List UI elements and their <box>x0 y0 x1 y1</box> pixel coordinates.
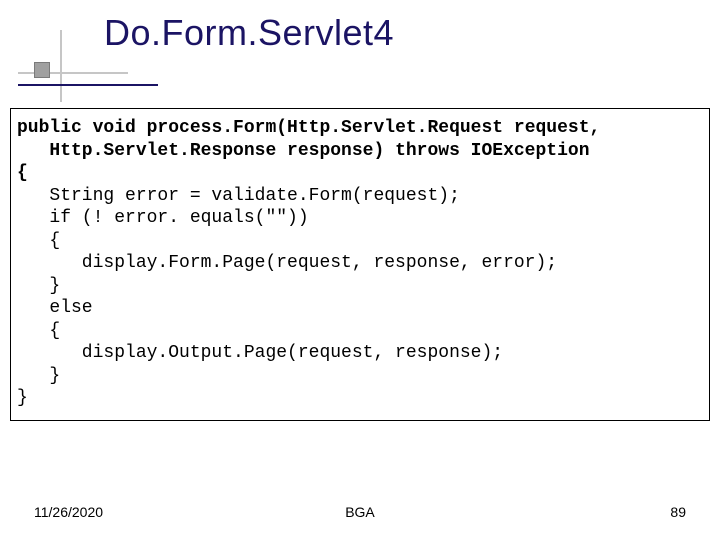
code-text: display.Form.Page(request, response, err… <box>17 253 557 273</box>
code-text: IOException <box>460 141 590 161</box>
title-area: Do.Form.Servlet4 <box>0 12 720 54</box>
code-text: String error = validate.Form(request); <box>17 186 460 206</box>
footer-page-number: 89 <box>670 504 686 520</box>
code-text: { <box>17 321 60 341</box>
code-text: { <box>17 231 60 251</box>
code-text: } <box>17 276 60 296</box>
slide: Do.Form.Servlet4 public void process.For… <box>0 0 720 540</box>
code-box: public void process.Form(Http.Servlet.Re… <box>10 108 710 421</box>
code-text: } <box>17 388 28 408</box>
slide-title: Do.Form.Servlet4 <box>104 12 720 54</box>
code-block: public void process.Form(Http.Servlet.Re… <box>17 117 703 410</box>
decor-vertical-line <box>60 30 62 102</box>
code-text: { <box>17 163 28 183</box>
code-text: display.Output.Page(request, response); <box>17 343 503 363</box>
code-text: process.Form(Http.Servlet.Request reques… <box>136 118 600 138</box>
code-text: else <box>17 298 93 318</box>
code-text: Http.Servlet.Response response) <box>17 141 395 161</box>
code-text: } <box>17 366 60 386</box>
decor-square-icon <box>34 62 50 78</box>
code-kw: public void <box>17 118 136 138</box>
decor-dark-line <box>18 84 158 86</box>
code-text: if (! error. equals("")) <box>17 208 309 228</box>
code-kw: throws <box>395 141 460 161</box>
footer-center: BGA <box>0 504 720 520</box>
